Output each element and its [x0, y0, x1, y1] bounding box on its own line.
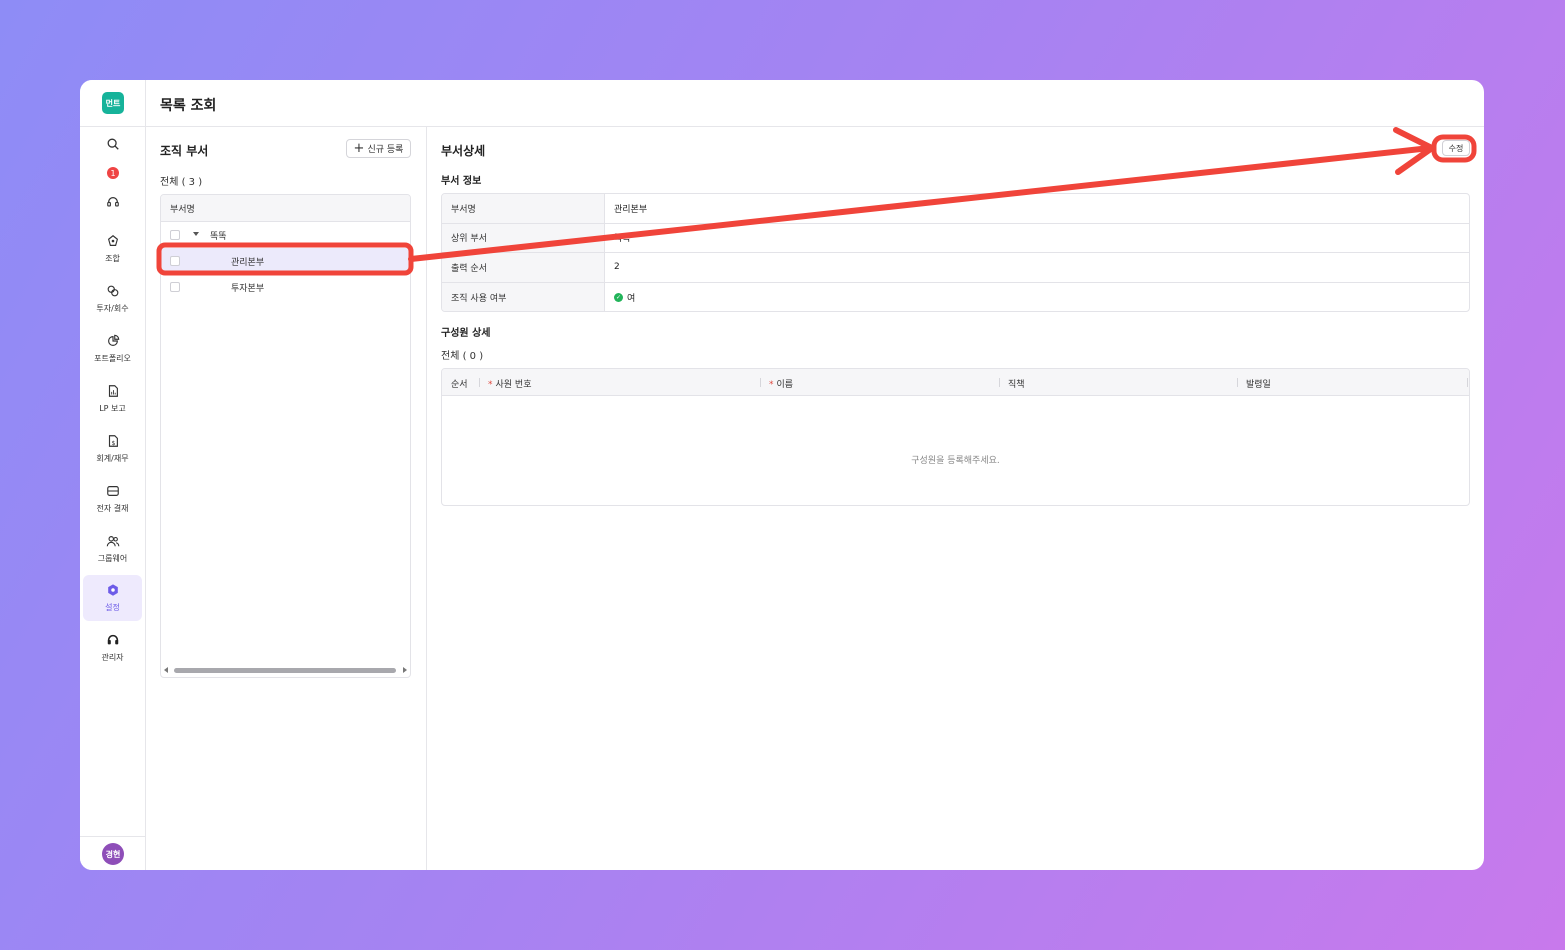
empty-state-message: 구성원을 등록해주세요. [911, 456, 1000, 466]
svg-text:$: $ [111, 440, 115, 447]
column-header[interactable]: * 사원 번호 [488, 377, 531, 390]
new-registration-button[interactable]: + 신규 등록 [346, 139, 411, 158]
column-header-label: 사원 번호 [495, 380, 532, 390]
usage-status: 여 [627, 293, 636, 304]
tree-item-label: 투자본부 [231, 284, 265, 294]
sidebar-divider [80, 836, 146, 837]
tree-header: 부서명 [161, 195, 410, 222]
column-header[interactable]: 직책 [1008, 377, 1025, 390]
app-logo[interactable]: 먼트 [102, 92, 124, 114]
column-divider [479, 378, 480, 387]
total-count: 전체 ( 3 ) [160, 177, 203, 188]
sidebar-item-label: 투자/회수 [96, 304, 129, 313]
info-row: 부서명 관리본부 [442, 194, 1469, 224]
info-row: 상위 부서 똑똑 [442, 223, 1469, 253]
members-table: 순서 * 사원 번호 * 이름 직책 발령일 구성원을 등록해주세요. [441, 368, 1470, 506]
column-header[interactable]: 발령일 [1246, 377, 1271, 390]
checkbox[interactable] [170, 282, 180, 292]
horizontal-scrollbar[interactable] [161, 663, 410, 677]
notification-badge[interactable]: 1 [107, 167, 119, 179]
info-row: 조직 사용 여부 ✓ 여 [442, 282, 1469, 312]
checkbox[interactable] [170, 256, 180, 266]
sidebar-item-accounting[interactable]: $ 회계/재무 [83, 426, 142, 472]
sidebar-item-label: 설정 [105, 603, 120, 612]
sidebar-item-admin[interactable]: 관리자 [83, 625, 142, 671]
column-divider [999, 378, 1000, 387]
groupware-icon [106, 536, 119, 547]
avatar[interactable]: 경현 [102, 843, 124, 865]
members-count: 전체 ( 0 ) [441, 351, 484, 362]
sidebar-item-portfolio[interactable]: 포트폴리오 [83, 326, 142, 372]
expand-caret-icon[interactable] [193, 232, 199, 236]
tree-row-root[interactable]: 똑똑 [161, 222, 410, 248]
union-icon [107, 235, 118, 246]
sidebar-item-label: LP 보고 [99, 404, 126, 413]
tree-row-selected[interactable]: 관리본부 [161, 248, 410, 274]
info-key: 조직 사용 여부 [442, 282, 605, 311]
info-key: 출력 순서 [442, 253, 605, 282]
department-detail-panel: 부서상세 수정 부서 정보 부서명 관리본부 상위 부서 똑똑 출력 순서 2 … [427, 127, 1484, 870]
required-mark: * [769, 380, 774, 390]
portfolio-icon [107, 334, 119, 346]
search-icon[interactable] [105, 136, 121, 152]
info-value: 2 [614, 262, 620, 273]
column-header-label: 이름 [776, 380, 794, 390]
panel-title: 조직 부서 [160, 144, 209, 158]
sidebar-item-label: 그룹웨어 [97, 554, 128, 563]
tree-row[interactable]: 투자본부 [161, 274, 410, 300]
edit-button[interactable]: 수정 [1442, 140, 1470, 156]
scrollbar-thumb[interactable] [174, 668, 396, 673]
column-divider [1467, 378, 1468, 387]
tree-item-label: 관리본부 [231, 258, 265, 268]
headset-icon[interactable] [105, 194, 121, 210]
info-value: 관리본부 [614, 204, 648, 215]
required-mark: * [488, 380, 493, 390]
section-title-members: 구성원 상세 [441, 328, 491, 339]
sidebar-item-settings[interactable]: 설정 [83, 575, 142, 621]
sidebar-item-label: 관리자 [101, 653, 124, 662]
sidebar-item-label: 포트폴리오 [94, 354, 131, 363]
new-registration-label: 신규 등록 [367, 145, 404, 155]
sidebar-divider [80, 126, 146, 127]
column-header[interactable]: * 이름 [769, 377, 793, 390]
scroll-right-arrow-icon[interactable] [403, 667, 407, 673]
column-divider [760, 378, 761, 387]
column-divider [1237, 378, 1238, 387]
settings-icon [107, 584, 118, 596]
check-circle-icon: ✓ [614, 292, 623, 302]
info-key: 부서명 [442, 194, 605, 223]
admin-icon [107, 634, 118, 645]
checkbox[interactable] [170, 230, 180, 240]
info-value: ✓ 여 [605, 283, 1469, 312]
sidebar-item-approval[interactable]: 전자 결재 [83, 476, 142, 522]
approval-icon [106, 486, 119, 496]
section-title-info: 부서 정보 [441, 176, 482, 187]
sidebar-item-investment[interactable]: 투자/회수 [83, 276, 142, 322]
tree-item-label: 똑똑 [210, 232, 227, 242]
sidebar-item-union[interactable]: 조합 [83, 226, 142, 272]
department-info-table: 부서명 관리본부 상위 부서 똑똑 출력 순서 2 조직 사용 여부 ✓ 여 [441, 193, 1470, 312]
page-title: 목록 조회 [160, 98, 217, 114]
report-icon [108, 385, 118, 397]
sidebar: 먼트 1 조합 투자/회수 포트폴리오 LP 보고 $ 회계/재무 전자 결재 … [80, 80, 146, 870]
scroll-left-arrow-icon[interactable] [164, 667, 168, 673]
column-header[interactable]: 순서 [451, 377, 468, 390]
accounting-icon: $ [108, 435, 118, 447]
department-list-panel: 조직 부서 + 신규 등록 전체 ( 3 ) 부서명 똑똑 관리본부 투자본부 [146, 127, 427, 870]
sidebar-item-groupware[interactable]: 그룹웨어 [83, 526, 142, 572]
investment-icon [107, 285, 118, 297]
info-key: 상위 부서 [442, 223, 605, 252]
sidebar-item-label: 전자 결재 [96, 504, 129, 513]
department-tree: 부서명 똑똑 관리본부 투자본부 [160, 194, 411, 678]
plus-icon: + [353, 140, 365, 156]
sidebar-item-label: 조합 [105, 254, 120, 263]
sidebar-item-lp-report[interactable]: LP 보고 [83, 376, 142, 422]
info-row: 출력 순서 2 [442, 253, 1469, 283]
sidebar-item-label: 회계/재무 [96, 454, 129, 463]
detail-title: 부서상세 [441, 144, 486, 158]
members-table-header: 순서 * 사원 번호 * 이름 직책 발령일 [442, 369, 1469, 396]
page-header: 목록 조회 [146, 80, 1484, 127]
app-window: 먼트 1 조합 투자/회수 포트폴리오 LP 보고 $ 회계/재무 전자 결재 … [80, 80, 1484, 870]
info-value: 똑똑 [614, 234, 631, 245]
